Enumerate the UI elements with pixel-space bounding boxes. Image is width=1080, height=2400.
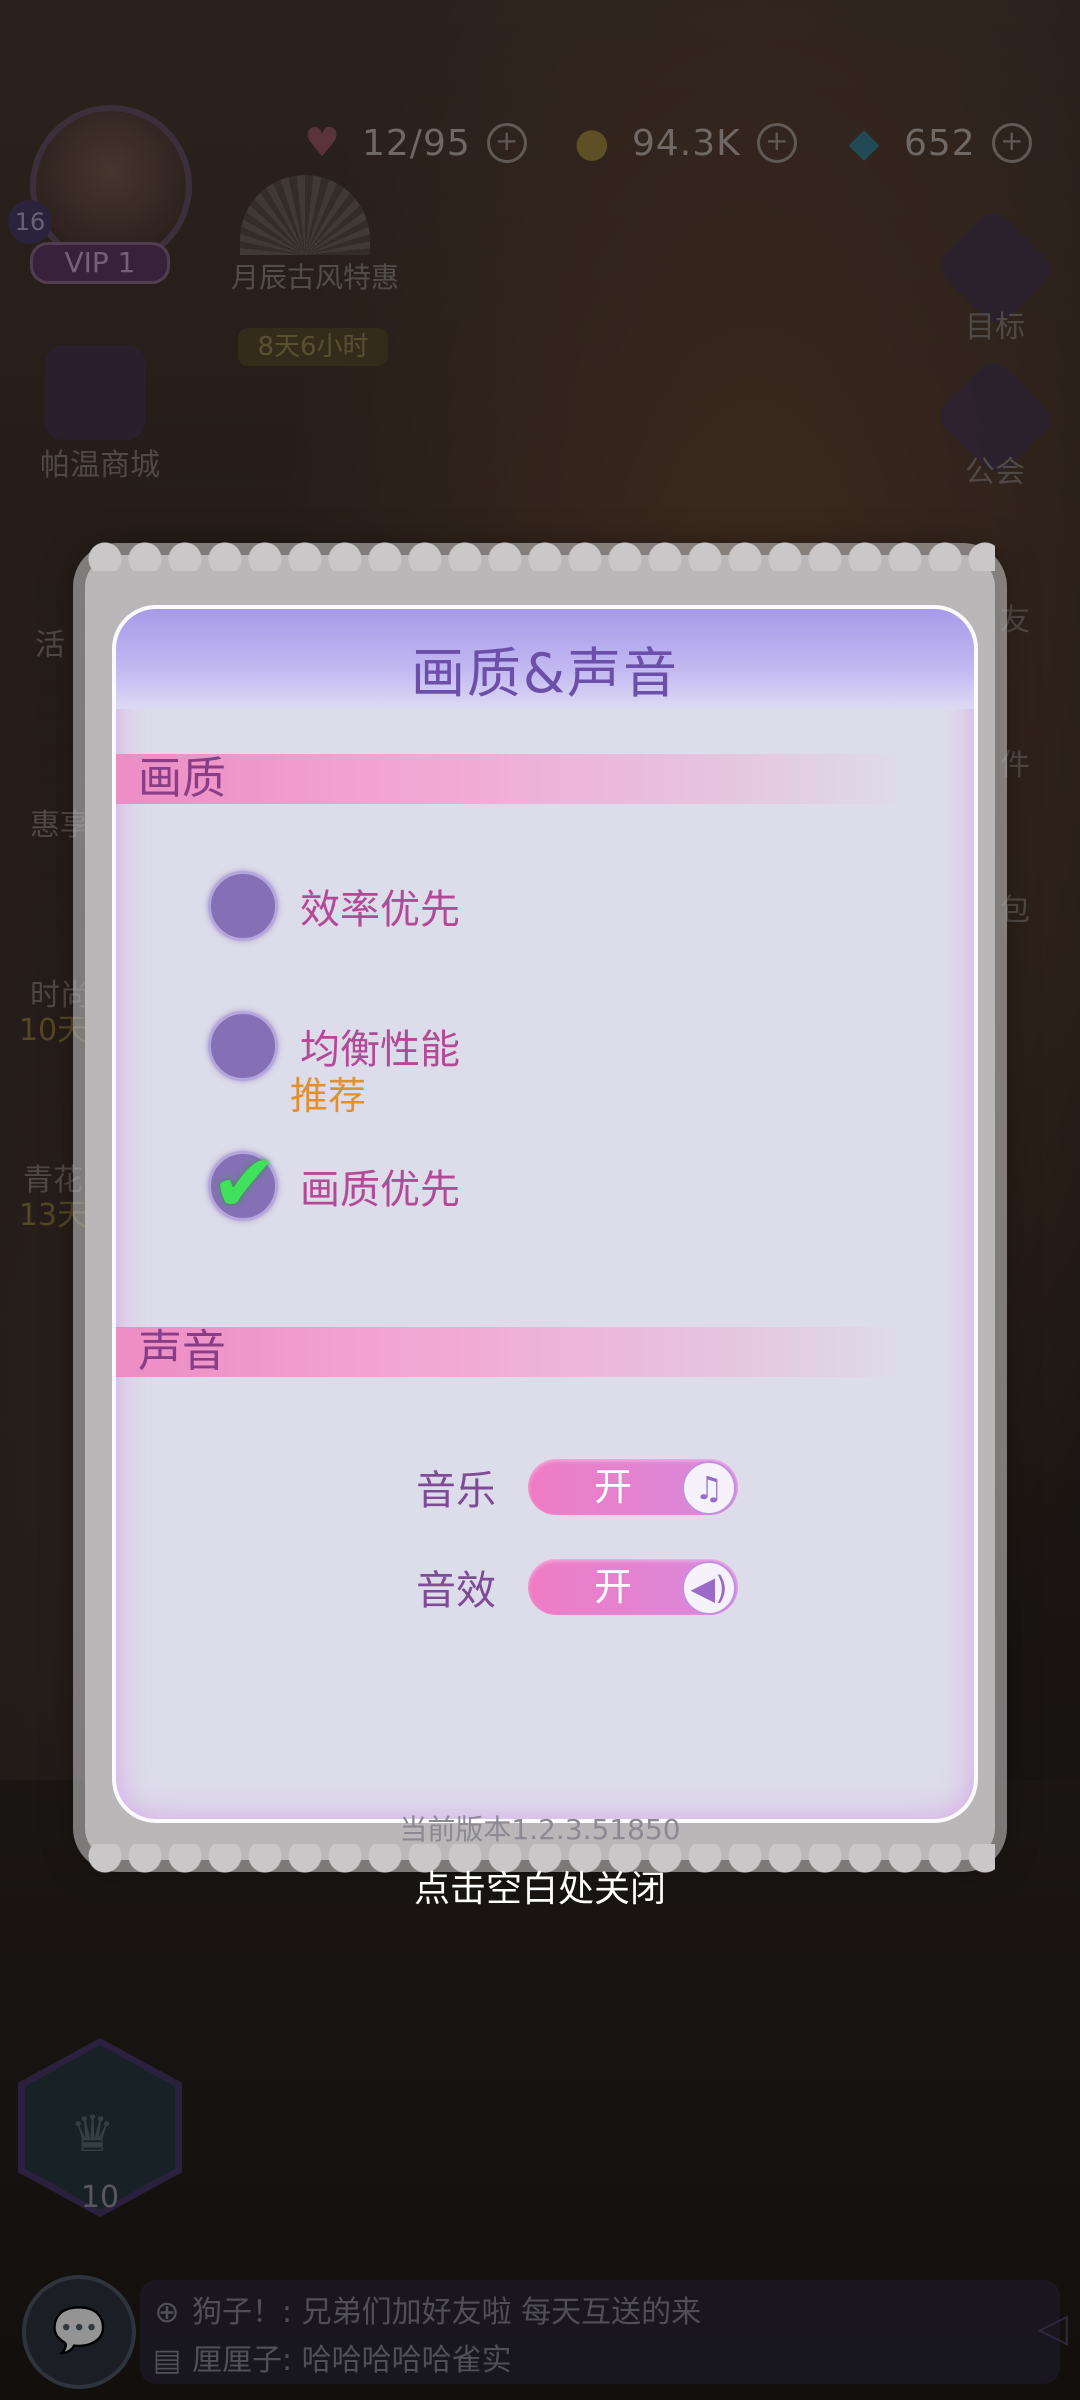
radio-button[interactable] bbox=[208, 1011, 278, 1081]
sfx-toggle[interactable]: 开 ◀) bbox=[528, 1559, 738, 1615]
music-toggle[interactable]: 开 ♫ bbox=[528, 1459, 738, 1515]
sound-section-header: 声音 bbox=[116, 1327, 906, 1377]
quality-section-header: 画质 bbox=[116, 754, 906, 804]
checkmark-icon: ✔ bbox=[211, 1137, 279, 1230]
dialog-title: 画质&声音 bbox=[410, 642, 680, 705]
music-toggle-state: 开 bbox=[593, 1465, 632, 1509]
close-hint: 点击空白处关闭 bbox=[413, 1869, 666, 1910]
option-label: 画质优先 bbox=[300, 1167, 460, 1213]
music-note-icon: ♫ bbox=[682, 1461, 736, 1515]
settings-dialog: 画质&声音 画质 效率优先 均衡性能 ✔ 画质优先 声音 音乐 开 ♫ 音效 开… bbox=[112, 605, 978, 1823]
option-label: 效率优先 bbox=[300, 887, 460, 933]
quality-option-quality[interactable]: ✔ 画质优先 bbox=[208, 1144, 460, 1224]
radio-button-selected[interactable]: ✔ bbox=[208, 1144, 278, 1224]
quality-section-label: 画质 bbox=[138, 753, 226, 804]
speaker-icon: ◀) bbox=[682, 1561, 736, 1615]
sfx-setting: 音效 开 ◀) bbox=[416, 1557, 738, 1617]
sound-section-label: 声音 bbox=[138, 1326, 226, 1377]
sfx-toggle-state: 开 bbox=[593, 1565, 632, 1609]
music-label: 音乐 bbox=[416, 1468, 496, 1514]
version-text: 当前版本1.2.3.51850 bbox=[399, 1813, 681, 1846]
sfx-label: 音效 bbox=[416, 1568, 496, 1614]
recommended-tag: 推荐 bbox=[290, 1074, 367, 1118]
music-setting: 音乐 开 ♫ bbox=[416, 1457, 738, 1517]
quality-option-efficiency[interactable]: 效率优先 bbox=[208, 871, 460, 941]
radio-button[interactable] bbox=[208, 871, 278, 941]
